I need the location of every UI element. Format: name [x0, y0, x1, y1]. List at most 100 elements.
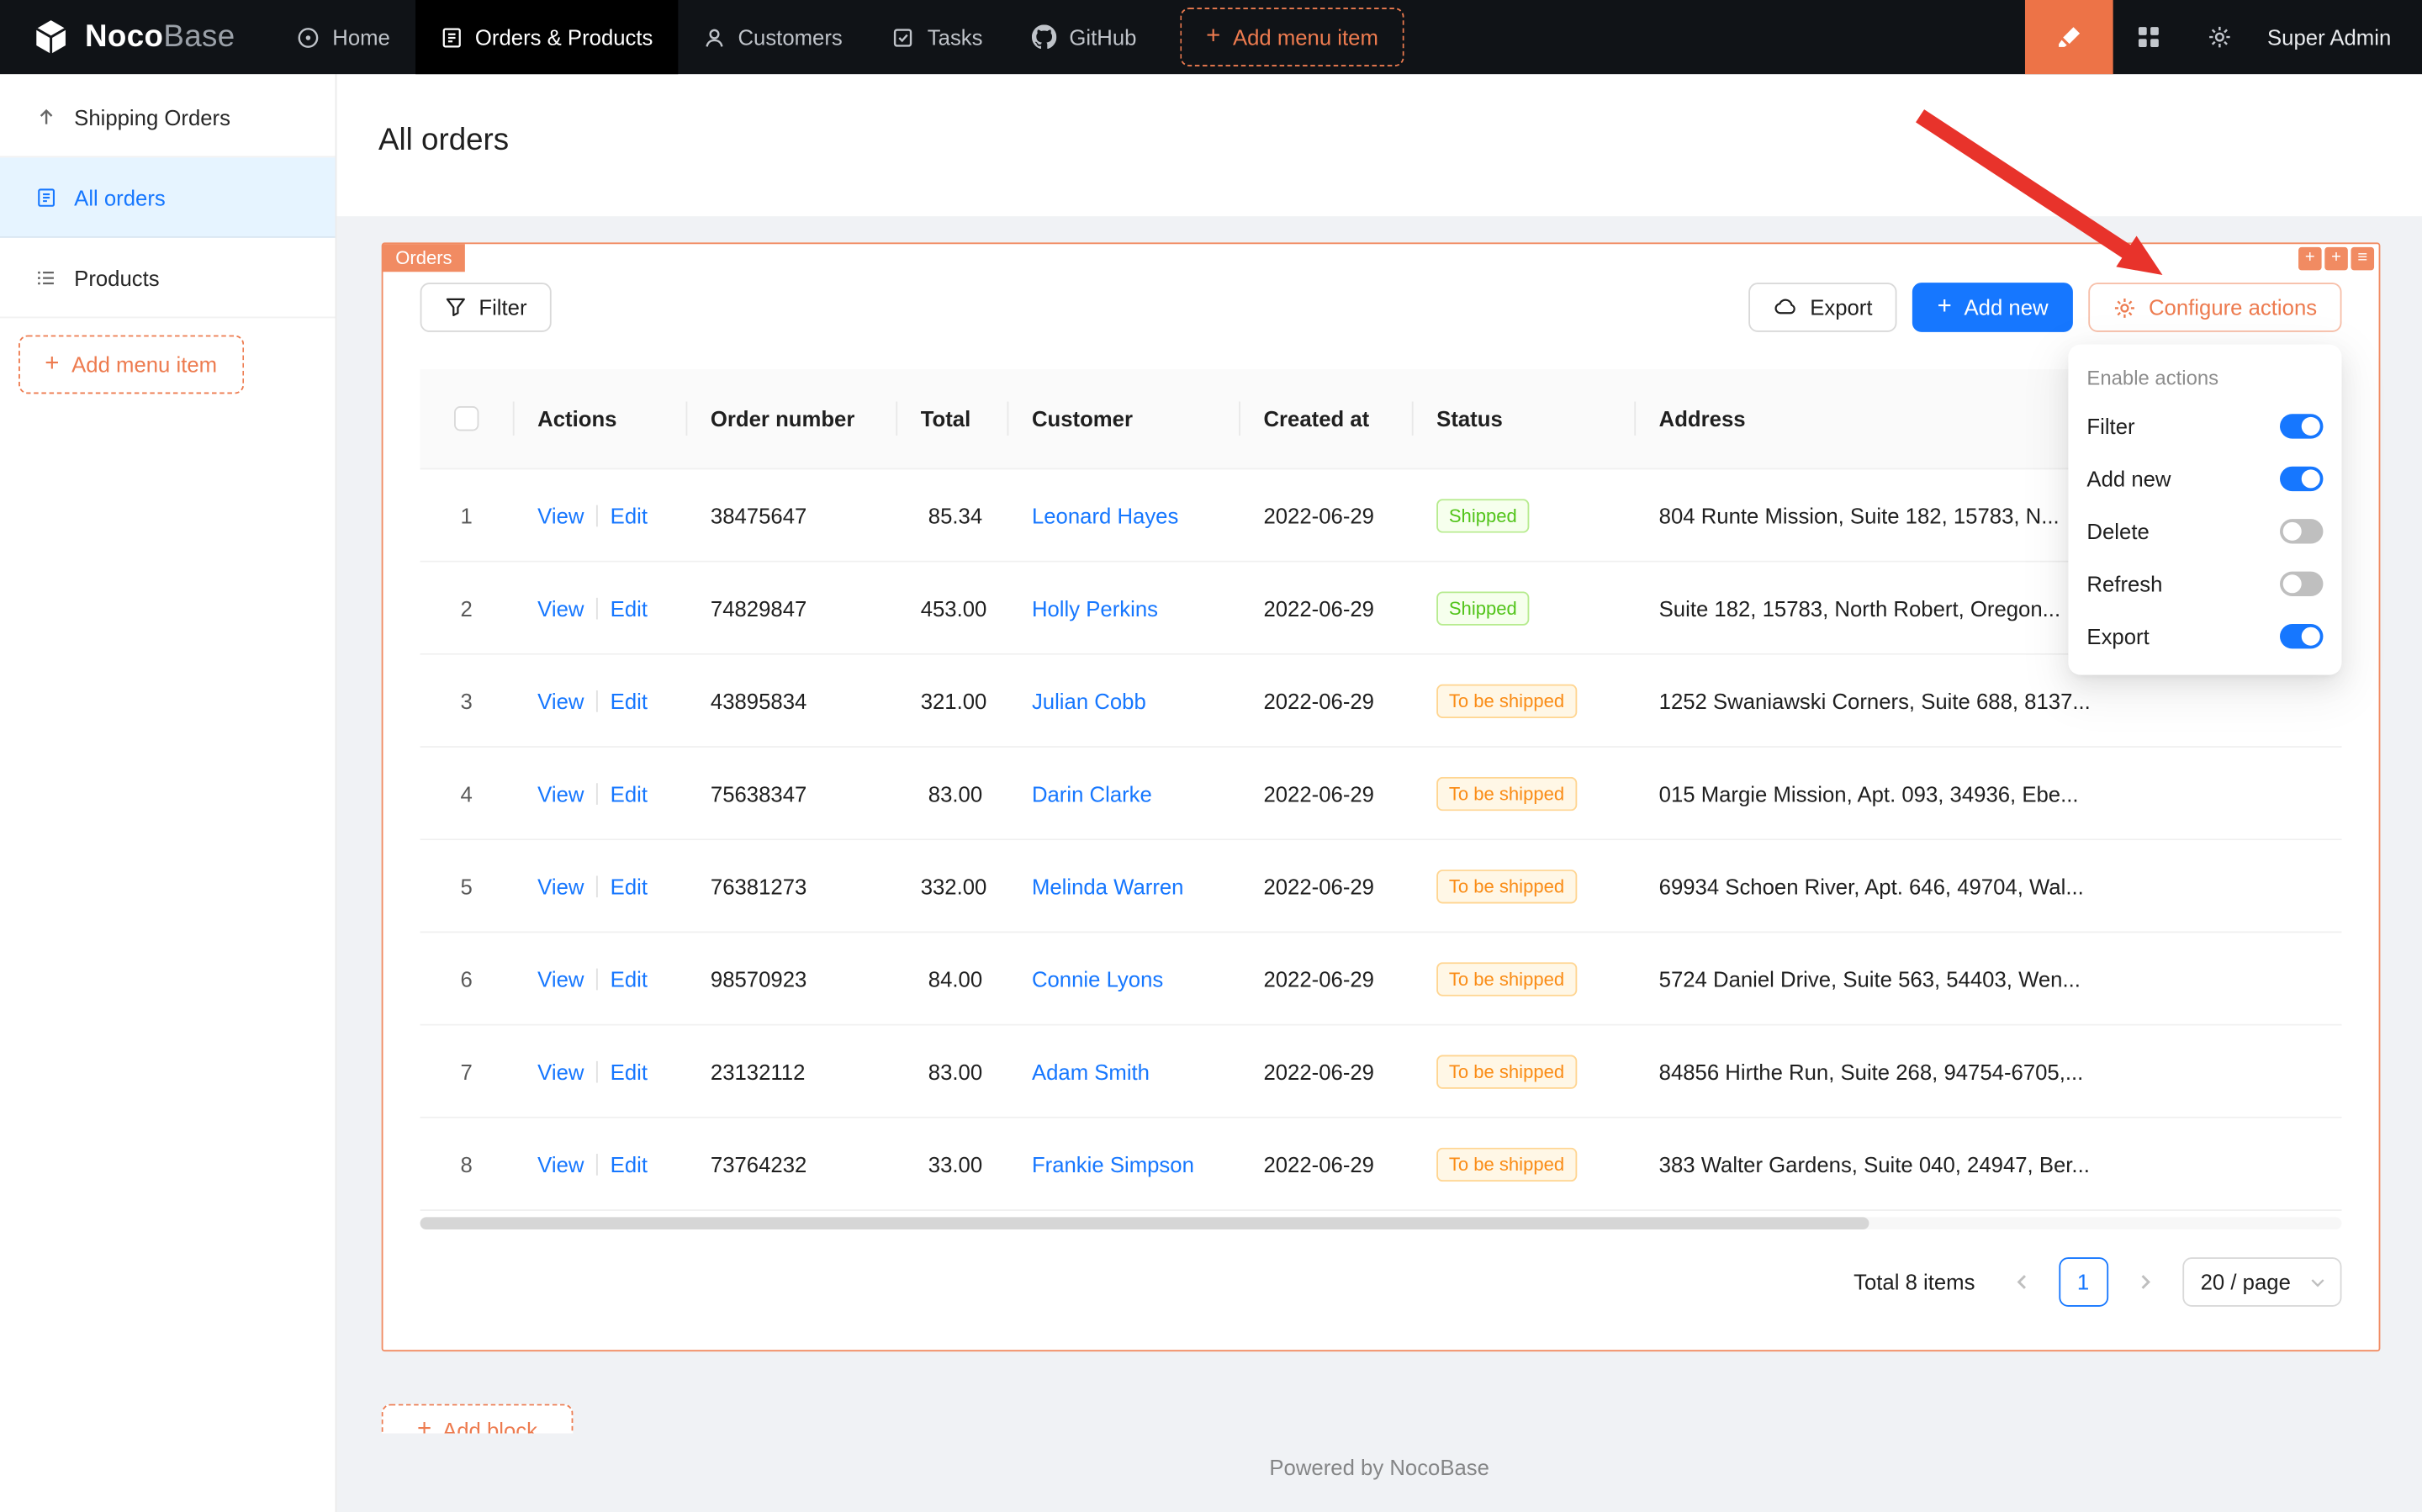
- block-plus-icon[interactable]: +: [2298, 247, 2322, 271]
- customer-link[interactable]: Julian Cobb: [1032, 688, 1146, 712]
- customer-cell: Holly Perkins: [1007, 595, 1240, 620]
- customer-link[interactable]: Darin Clarke: [1032, 780, 1152, 805]
- enable-action-item[interactable]: Filter: [2068, 400, 2341, 452]
- order-number-cell: 75638347: [686, 780, 896, 805]
- orders-form-icon: [440, 25, 463, 49]
- status-badge: To be shipped: [1436, 684, 1577, 717]
- sidebar-item-label: Shipping Orders: [74, 104, 230, 129]
- view-link[interactable]: View: [537, 966, 584, 991]
- sidebar-item-products[interactable]: Products: [0, 238, 336, 319]
- screen: NocoBase Home Orders & Products Customer…: [0, 0, 2422, 1512]
- view-link[interactable]: View: [537, 595, 584, 620]
- table-row: 5 ViewEdit 76381273 332.00 Melinda Warre…: [420, 840, 2342, 933]
- block-menu-icon[interactable]: ≡: [2351, 247, 2375, 271]
- customer-link[interactable]: Adam Smith: [1032, 1059, 1150, 1083]
- nav-item-label: Orders & Products: [475, 24, 653, 49]
- enable-action-item[interactable]: Refresh: [2068, 558, 2341, 610]
- customer-cell: Melinda Warren: [1007, 874, 1240, 898]
- sidebar-add-menu-item-button[interactable]: + Add menu item: [19, 336, 243, 394]
- toggle-switch[interactable]: [2280, 572, 2323, 596]
- nav-item-orders-products[interactable]: Orders & Products: [415, 0, 678, 74]
- address-cell: 383 Walter Gardens, Suite 040, 24947, Be…: [1634, 1151, 2341, 1176]
- status-badge: To be shipped: [1436, 869, 1577, 902]
- edit-link[interactable]: Edit: [611, 1059, 648, 1083]
- sidebar-item-label: All orders: [74, 184, 166, 209]
- user-menu[interactable]: Super Admin: [2267, 24, 2391, 49]
- sidebar-item-shipping-orders[interactable]: Shipping Orders: [0, 77, 336, 158]
- check-square-icon: [892, 25, 916, 49]
- footer-text: Powered by NocoBase: [336, 1455, 2422, 1479]
- edit-link[interactable]: Edit: [611, 874, 648, 898]
- main-content: All orders Orders + + ≡ Filter: [336, 74, 2422, 1512]
- nav-item-label: GitHub: [1069, 24, 1136, 49]
- table-body: 1 ViewEdit 38475647 85.34 Leonard Hayes …: [420, 469, 2342, 1211]
- view-link[interactable]: View: [537, 780, 584, 805]
- block-plus2-icon[interactable]: +: [2324, 247, 2348, 271]
- customer-link[interactable]: Melinda Warren: [1032, 874, 1184, 898]
- sidebar-item-all-orders[interactable]: All orders: [0, 157, 336, 238]
- toggle-switch[interactable]: [2280, 519, 2323, 543]
- view-link[interactable]: View: [537, 503, 584, 527]
- pagination-next-button[interactable]: [2120, 1257, 2170, 1307]
- page-header: All orders: [336, 74, 2422, 216]
- page-size-select[interactable]: 20 / page: [2182, 1257, 2342, 1307]
- nocobase-cube-icon: [31, 17, 71, 57]
- edit-link[interactable]: Edit: [611, 780, 648, 805]
- ui-editor-toggle-button[interactable]: [2025, 0, 2113, 74]
- nav-item-customers[interactable]: Customers: [678, 0, 867, 74]
- divider: [596, 690, 598, 711]
- view-link[interactable]: View: [537, 1151, 584, 1176]
- github-icon: [1032, 24, 1056, 49]
- add-block-button[interactable]: + Add block: [382, 1404, 574, 1434]
- view-link[interactable]: View: [537, 874, 584, 898]
- edit-link[interactable]: Edit: [611, 503, 648, 527]
- toggle-switch[interactable]: [2280, 624, 2323, 648]
- edit-link[interactable]: Edit: [611, 595, 648, 620]
- nav-item-home[interactable]: Home: [272, 0, 415, 74]
- enable-action-item[interactable]: Add new: [2068, 452, 2341, 505]
- highlighter-icon: [2054, 23, 2084, 52]
- column-header-order-number: Order number: [686, 369, 896, 468]
- divider: [596, 968, 598, 990]
- toggle-switch[interactable]: [2280, 467, 2323, 491]
- row-actions: View Edit: [513, 595, 686, 620]
- view-link[interactable]: View: [537, 688, 584, 712]
- status-cell: To be shipped: [1412, 684, 1634, 717]
- filter-button[interactable]: Filter: [420, 283, 552, 332]
- export-button[interactable]: Export: [1748, 283, 1897, 332]
- gear-icon: [2113, 296, 2137, 320]
- customer-link[interactable]: Holly Perkins: [1032, 595, 1158, 620]
- toggle-switch[interactable]: [2280, 414, 2323, 438]
- enable-action-item[interactable]: Export: [2068, 611, 2341, 663]
- horizontal-scrollbar-thumb[interactable]: [420, 1217, 1869, 1229]
- view-link[interactable]: View: [537, 1059, 584, 1083]
- nocobase-logo[interactable]: NocoBase: [31, 17, 235, 57]
- edit-link[interactable]: Edit: [611, 688, 648, 712]
- order-number-cell: 38475647: [686, 503, 896, 527]
- settings-gear-icon[interactable]: [2184, 0, 2255, 74]
- table-row: 7 ViewEdit 23132112 83.00 Adam Smith 202…: [420, 1026, 2342, 1118]
- customer-cell: Darin Clarke: [1007, 780, 1240, 805]
- customer-cell: Frankie Simpson: [1007, 1151, 1240, 1176]
- edit-link[interactable]: Edit: [611, 1151, 648, 1176]
- add-menu-item-button[interactable]: + Add menu item: [1180, 8, 1404, 66]
- pagination-prev-button[interactable]: [1996, 1257, 2046, 1307]
- row-index: 1: [420, 503, 513, 527]
- divider: [596, 597, 598, 619]
- row-actions: View Edit: [513, 780, 686, 805]
- add-new-button[interactable]: + Add new: [1912, 283, 2073, 332]
- select-all-checkbox[interactable]: [454, 406, 479, 431]
- plugin-manager-icon[interactable]: [2113, 0, 2183, 74]
- row-actions: View Edit: [513, 503, 686, 527]
- customer-link[interactable]: Frankie Simpson: [1032, 1151, 1194, 1176]
- pagination-page-1[interactable]: 1: [2059, 1257, 2108, 1307]
- orders-table: Actions Order number Total Customer Crea…: [420, 369, 2342, 1211]
- nav-item-github[interactable]: GitHub: [1007, 0, 1161, 74]
- enable-action-item[interactable]: Delete: [2068, 505, 2341, 558]
- edit-link[interactable]: Edit: [611, 966, 648, 991]
- customer-link[interactable]: Leonard Hayes: [1032, 503, 1178, 527]
- nav-item-tasks[interactable]: Tasks: [867, 0, 1007, 74]
- configure-actions-button[interactable]: Configure actions: [2088, 283, 2341, 332]
- created-at-cell: 2022-06-29: [1239, 503, 1412, 527]
- customer-link[interactable]: Connie Lyons: [1032, 966, 1163, 991]
